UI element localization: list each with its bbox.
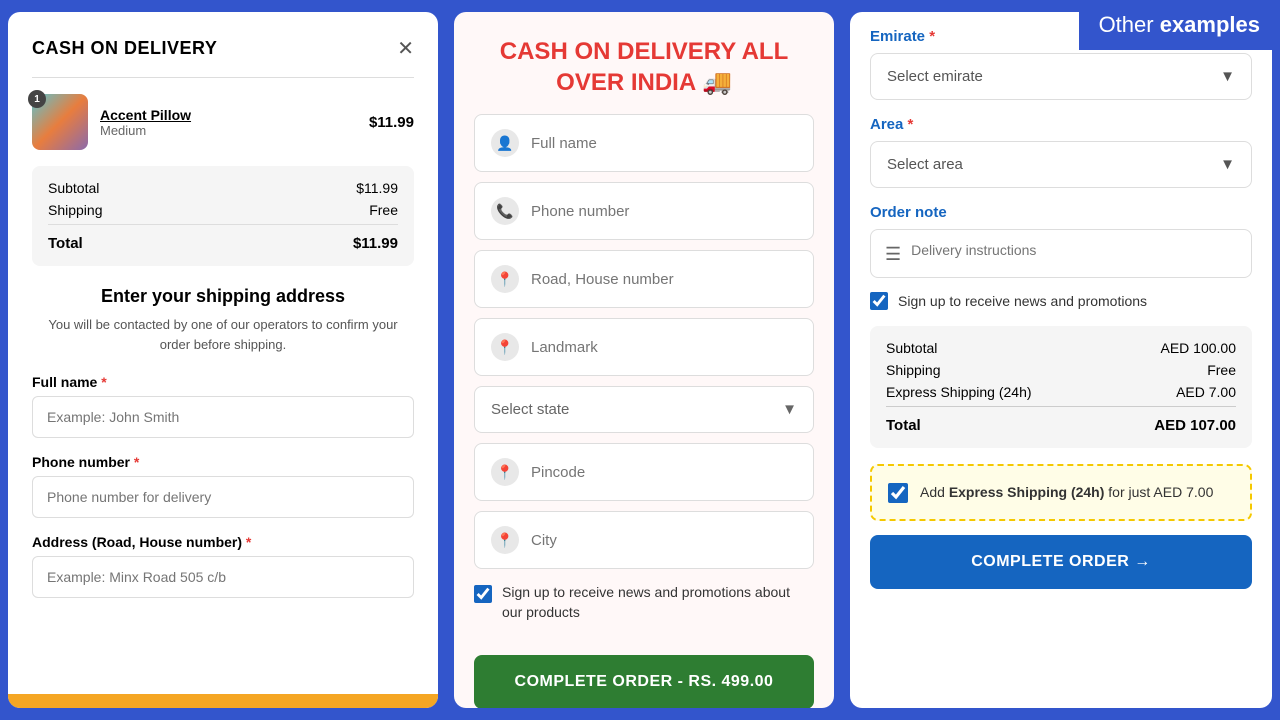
phone-icon: 📞 [491, 197, 519, 225]
right-signup-row: Sign up to receive news and promotions [870, 292, 1252, 310]
right-subtotal-value: AED 100.00 [1161, 340, 1237, 356]
middle-phone-input[interactable] [531, 203, 797, 220]
summary-shipping-row: Shipping Free [48, 202, 398, 218]
total-value: $11.99 [353, 235, 398, 252]
right-subtotal-row: Subtotal AED 100.00 [886, 340, 1236, 356]
other-examples-badge: Other examples [1079, 0, 1280, 50]
left-panel-title: CASH ON DELIVERY [32, 38, 217, 59]
express-shipping-banner: Add Express Shipping (24h) for just AED … [870, 464, 1252, 521]
shipping-section-title: Enter your shipping address [32, 286, 414, 307]
landmark-field: 📍 [474, 318, 814, 376]
middle-signup-label: Sign up to receive news and promotions a… [502, 583, 814, 622]
product-info: Accent Pillow Medium [100, 107, 357, 138]
phone-label: Phone number * [32, 454, 414, 470]
city-field: 📍 [474, 511, 814, 569]
address-label: Address (Road, House number) * [32, 534, 414, 550]
right-signup-label: Sign up to receive news and promotions [898, 293, 1147, 309]
state-select-label: Select state [491, 401, 569, 418]
product-price: $11.99 [369, 114, 414, 131]
left-panel: CASH ON DELIVERY ✕ 1 Accent Pillow Mediu… [8, 12, 438, 708]
full-name-label: Full name * [32, 374, 414, 390]
pincode-field: 📍 [474, 443, 814, 501]
state-select[interactable]: Select state ▼ [474, 386, 814, 433]
address-input[interactable] [32, 556, 414, 598]
middle-landmark-input[interactable] [531, 339, 797, 356]
order-summary: Subtotal $11.99 Shipping Free Total $11.… [32, 166, 414, 266]
area-chevron-icon: ▼ [1220, 156, 1235, 173]
order-note-label: Order note [870, 204, 1252, 221]
right-express-label: Express Shipping (24h) [886, 384, 1032, 400]
area-select[interactable]: Select area ▼ [870, 141, 1252, 188]
phone-field: 📞 [474, 182, 814, 240]
middle-signup-row: Sign up to receive news and promotions a… [474, 579, 814, 626]
menu-icon: ☰ [885, 244, 901, 265]
complete-order-label: COMPLETE ORDER → [971, 553, 1151, 571]
summary-subtotal-row: Subtotal $11.99 [48, 180, 398, 196]
full-name-input[interactable] [32, 396, 414, 438]
product-name: Accent Pillow [100, 107, 357, 123]
delivery-instructions-field: ☰ [870, 229, 1252, 278]
summary-total-row: Total $11.99 [48, 224, 398, 252]
phone-input[interactable] [32, 476, 414, 518]
shipping-value: Free [369, 202, 398, 218]
product-variant: Medium [100, 123, 357, 138]
complete-order-button-middle[interactable]: COMPLETE ORDER - Rs. 499.00 [474, 655, 814, 708]
right-total-row: Total AED 107.00 [886, 406, 1236, 434]
emirate-select-value: Select emirate [887, 68, 983, 85]
middle-pincode-input[interactable] [531, 464, 797, 481]
city-icon: 📍 [491, 526, 519, 554]
right-panel: Emirate * Select emirate ▼ Area * Select… [850, 12, 1272, 708]
middle-signup-checkbox[interactable] [474, 585, 492, 603]
right-shipping-label: Shipping [886, 362, 941, 378]
middle-form: 👤 📞 📍 📍 Select state ▼ 📍 📍 [454, 114, 834, 646]
product-image-wrap: 1 [32, 94, 88, 150]
right-shipping-value: Free [1207, 362, 1236, 378]
middle-panel: CASH ON DELIVERY ALL OVER INDIA 🚚 👤 📞 📍 … [454, 12, 834, 708]
left-panel-header: CASH ON DELIVERY ✕ [32, 36, 414, 61]
middle-header: CASH ON DELIVERY ALL OVER INDIA 🚚 [454, 12, 834, 114]
right-shipping-row: Shipping Free [886, 362, 1236, 378]
right-total-value: AED 107.00 [1154, 417, 1236, 434]
right-express-value: AED 7.00 [1176, 384, 1236, 400]
middle-road-input[interactable] [531, 271, 797, 288]
full-name-field: 👤 [474, 114, 814, 172]
person-icon: 👤 [491, 129, 519, 157]
badge-other: Other [1099, 12, 1160, 37]
pincode-icon: 📍 [491, 458, 519, 486]
middle-full-name-input[interactable] [531, 135, 797, 152]
area-select-value: Select area [887, 156, 963, 173]
express-shipping-label: Add Express Shipping (24h) for just AED … [920, 482, 1213, 503]
right-express-row: Express Shipping (24h) AED 7.00 [886, 384, 1236, 400]
total-label: Total [48, 235, 83, 252]
middle-title: CASH ON DELIVERY ALL OVER INDIA 🚚 [478, 36, 810, 98]
subtotal-label: Subtotal [48, 180, 99, 196]
right-total-label: Total [886, 417, 921, 434]
badge-examples: examples [1160, 12, 1260, 37]
express-shipping-checkbox[interactable] [888, 483, 908, 503]
complete-order-button-right[interactable]: COMPLETE ORDER → [870, 535, 1252, 589]
shipping-section-desc: You will be contacted by one of our oper… [32, 315, 414, 354]
product-quantity-badge: 1 [28, 90, 46, 108]
area-label: Area * [870, 116, 1252, 133]
middle-city-input[interactable] [531, 532, 797, 549]
orange-decoration [8, 694, 438, 708]
right-subtotal-label: Subtotal [886, 340, 937, 356]
subtotal-value: $11.99 [356, 180, 398, 196]
road-field: 📍 [474, 250, 814, 308]
delivery-instructions-input[interactable] [911, 242, 1237, 258]
landmark-icon: 📍 [491, 333, 519, 361]
shipping-label: Shipping [48, 202, 103, 218]
chevron-down-icon: ▼ [782, 401, 797, 418]
emirate-chevron-icon: ▼ [1220, 68, 1235, 85]
right-signup-checkbox[interactable] [870, 292, 888, 310]
location-icon: 📍 [491, 265, 519, 293]
right-order-summary: Subtotal AED 100.00 Shipping Free Expres… [870, 326, 1252, 448]
close-button[interactable]: ✕ [397, 36, 414, 61]
product-row: 1 Accent Pillow Medium $11.99 [32, 94, 414, 150]
emirate-select[interactable]: Select emirate ▼ [870, 53, 1252, 100]
